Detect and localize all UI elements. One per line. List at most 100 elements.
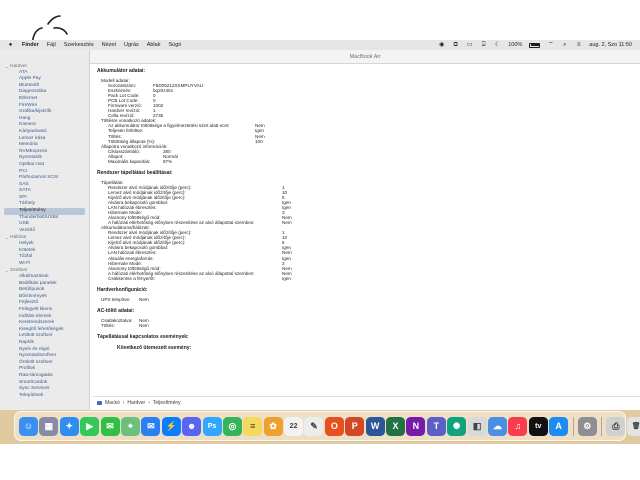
sidebar-group[interactable]: ⌄ Szoftver: [0, 267, 89, 274]
sidebar-item[interactable]: Thunderbolt/USB4: [0, 215, 89, 222]
trash-icon[interactable]: 🗑: [626, 416, 640, 436]
sidebar-item[interactable]: Sync Services: [0, 386, 89, 393]
sidebar-item[interactable]: Optikai csat: [0, 162, 89, 169]
sidebar-item[interactable]: Kamera: [0, 122, 89, 129]
menu-item-6[interactable]: Súgó: [168, 42, 181, 48]
app-store-icon[interactable]: A: [549, 416, 569, 436]
sidebar-item[interactable]: Párhuzamos SCSI: [0, 175, 89, 182]
screen-mirroring-icon[interactable]: ⧉: [452, 42, 459, 48]
excel-icon[interactable]: X: [386, 416, 406, 436]
report-content[interactable]: Akkumulátor adatai: Modell adatai: Sorozat…: [93, 66, 638, 396]
sidebar-item[interactable]: SAS: [0, 182, 89, 189]
sidebar-item[interactable]: Bővítmények: [0, 294, 89, 301]
powerpoint-icon[interactable]: P: [345, 416, 365, 436]
sidebar-item[interactable]: Profilok: [0, 366, 89, 373]
menu-item-5[interactable]: Ablak: [147, 42, 161, 48]
sidebar-item[interactable]: Hang: [0, 116, 89, 123]
window-title[interactable]: MacBook Air: [90, 50, 640, 64]
sidebar-item[interactable]: Örökölt szoftver: [0, 360, 89, 367]
preview-icon[interactable]: ◧: [467, 416, 487, 436]
battery-icon[interactable]: [529, 42, 541, 48]
sidebar-item[interactable]: SPI: [0, 195, 89, 202]
sidebar-item[interactable]: Grafika/kijelzők: [0, 109, 89, 116]
menu-item-3[interactable]: Nézet: [102, 42, 116, 48]
sidebar-item[interactable]: Helyek: [0, 241, 89, 248]
sidebar-item[interactable]: USB: [0, 221, 89, 228]
moon-focus-icon[interactable]: ☾: [494, 42, 501, 48]
sidebar-item[interactable]: Memória: [0, 142, 89, 149]
sidebar-item[interactable]: Telepítések: [0, 393, 89, 400]
teams-icon[interactable]: T: [426, 416, 446, 436]
find-my-icon[interactable]: ◎: [222, 416, 242, 436]
sidebar-item[interactable]: Betűtípusok: [0, 287, 89, 294]
bottom-margin: [0, 444, 640, 480]
menu-item-1[interactable]: Fájl: [47, 42, 56, 48]
sidebar-item[interactable]: Ethernet: [0, 96, 89, 103]
sidebar-item[interactable]: Alkalmazások: [0, 274, 89, 281]
sidebar-group[interactable]: ⌄ Hálózat: [0, 234, 89, 241]
sidebar-item[interactable]: Teljesítmény: [4, 208, 85, 215]
facetime-icon[interactable]: ▶: [80, 416, 100, 436]
path-item[interactable]: Teljesítmény: [153, 400, 181, 406]
settings-icon[interactable]: ⚙: [577, 416, 597, 436]
safari-icon[interactable]: ✦: [59, 416, 79, 436]
search-icon[interactable]: ⌕: [561, 42, 568, 48]
weather-icon[interactable]: ☁: [487, 416, 507, 436]
sidebar-item[interactable]: SATA: [0, 188, 89, 195]
sidebar-item[interactable]: Wi-Fi: [0, 261, 89, 268]
sidebar-item[interactable]: NVMExpress: [0, 149, 89, 156]
sidebar-item[interactable]: Raw-támogatás: [0, 373, 89, 380]
system-information-window: ⌄ Hardver ATA Apple Pay Bluetooth Diagnosztik…: [0, 50, 640, 410]
office-icon[interactable]: O: [324, 416, 344, 436]
chatgpt-icon[interactable]: ✺: [447, 416, 467, 436]
sidebar-item[interactable]: Letiltott szoftver: [0, 333, 89, 340]
notes-icon[interactable]: ≡: [243, 416, 263, 436]
menu-item-4[interactable]: Ugrás: [124, 42, 139, 48]
mail-icon[interactable]: ✉: [141, 416, 161, 436]
apple-tv-icon[interactable]: tv: [528, 416, 548, 436]
maps-icon[interactable]: ⌖: [120, 416, 140, 436]
airplay-icon[interactable]: ⍓: [480, 42, 487, 48]
photoshop-icon[interactable]: Ps: [202, 416, 222, 436]
messages-icon[interactable]: ✉: [100, 416, 120, 436]
path-item[interactable]: Hardver: [127, 400, 145, 406]
menu-item-app[interactable]: Finder: [22, 42, 39, 48]
sidebar-item[interactable]: Naplók: [0, 340, 89, 347]
record-icon[interactable]: ◉: [438, 42, 445, 48]
sidebar-item[interactable]: Kártyaolvasó: [0, 129, 89, 136]
wifi-icon[interactable]: ⌔: [547, 42, 554, 48]
path-item[interactable]: Mackó: [105, 400, 120, 406]
photos-icon[interactable]: ✿: [263, 416, 283, 436]
sidebar-item[interactable]: Nyomtatók: [0, 155, 89, 162]
sidebar-item[interactable]: Tűzfal: [0, 254, 89, 261]
finder-icon[interactable]: ☺: [19, 416, 38, 436]
sidebar-item[interactable]: Lemez írása: [0, 136, 89, 143]
display-icon[interactable]: ▭: [466, 42, 473, 48]
word-icon[interactable]: W: [365, 416, 385, 436]
sidebar-group-label: Hardver: [10, 63, 28, 69]
messenger-icon[interactable]: ⚡: [161, 416, 181, 436]
menu-clock[interactable]: aug. 2, Szo 11:50: [589, 42, 632, 48]
sidebar[interactable]: ⌄ Hardver ATA Apple Pay Bluetooth Diagnosztik…: [0, 50, 90, 410]
sidebar-item[interactable]: Nyomtatószoftver: [0, 353, 89, 360]
apple-menu-icon[interactable]: ●: [7, 42, 14, 48]
discord-icon[interactable]: ☻: [182, 416, 202, 436]
freeform-icon[interactable]: ✎: [304, 416, 324, 436]
menu-item-2[interactable]: Szerkesztés: [64, 42, 94, 48]
sidebar-item[interactable]: Beállítási panelek: [0, 281, 89, 288]
sidebar-item[interactable]: Felügyelt kliens: [0, 307, 89, 314]
printer-icon[interactable]: ⎙: [606, 416, 626, 436]
sidebar-group[interactable]: ⌄ Hardver: [0, 63, 89, 70]
sidebar-item[interactable]: Fejlesztő: [0, 300, 89, 307]
sidebar-item[interactable]: Apple Pay: [0, 76, 89, 83]
sidebar-item[interactable]: ATA: [0, 70, 89, 77]
calendar-icon[interactable]: 22: [284, 416, 304, 436]
sidebar-item[interactable]: Keretrendszerek: [0, 320, 89, 327]
control-center-icon[interactable]: ≡: [575, 42, 582, 48]
music-icon[interactable]: ♫: [508, 416, 528, 436]
onenote-icon[interactable]: N: [406, 416, 426, 436]
sidebar-item[interactable]: Kötetek: [0, 248, 89, 255]
sidebar-item[interactable]: Diagnosztika: [0, 89, 89, 96]
launchpad-icon[interactable]: ▦: [39, 416, 59, 436]
sidebar-item[interactable]: Vezérlő: [0, 228, 89, 235]
